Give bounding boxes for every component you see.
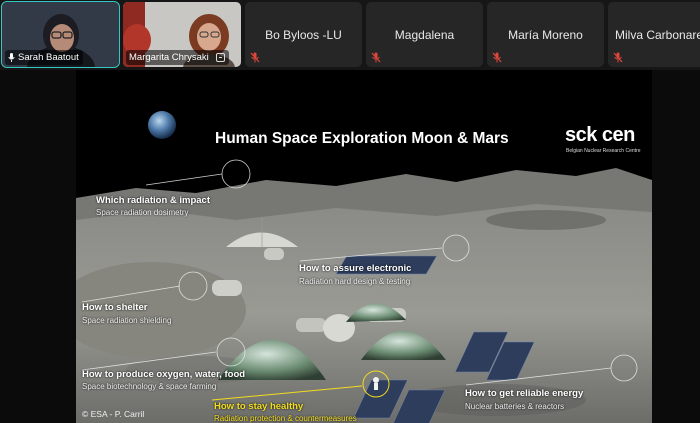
- participant-label: Margarita Chrysaki: [126, 50, 229, 65]
- participant-name: Margarita Chrysaki: [129, 52, 209, 63]
- earth-image: [148, 111, 176, 139]
- callout-healthy-subtitle: Radiation protection & countermeasures: [214, 414, 357, 423]
- participant-name: Sarah Baatout: [18, 52, 79, 63]
- image-credit: © ESA - P. Carril: [82, 409, 145, 419]
- callout-shelter-title: How to shelter: [82, 302, 148, 313]
- callout-energy-subtitle: Nuclear batteries & reactors: [465, 402, 565, 411]
- callout-shelter-subtitle: Space radiation shielding: [82, 316, 172, 325]
- participant-name: Milva Carbonare: [615, 28, 700, 42]
- muted-microphone-icon: [371, 52, 381, 63]
- shared-screen: Human Space Exploration Moon & Mars sck …: [0, 70, 700, 423]
- callout-energy-title: How to get reliable energy: [465, 388, 584, 399]
- presentation-slide: Human Space Exploration Moon & Mars sck …: [76, 70, 652, 423]
- callout-radiation-title: Which radiation & impact: [96, 195, 211, 206]
- muted-microphone-icon: [492, 52, 502, 63]
- participant-tile-bo[interactable]: Bo Byloos -LU: [245, 2, 362, 67]
- participant-name: María Moreno: [508, 28, 583, 42]
- muted-microphone-icon: [250, 52, 260, 63]
- callout-oxygen-subtitle: Space biotechnology & space farming: [82, 382, 217, 391]
- participant-name: Magdalena: [394, 28, 455, 42]
- participant-label: Sarah Baatout: [5, 50, 83, 65]
- sckcen-logo: sck cen: [565, 124, 635, 146]
- callout-oxygen-title: How to produce oxygen, water, food: [82, 369, 246, 380]
- muted-microphone-icon: [613, 52, 623, 63]
- participant-tile-margarita[interactable]: Margarita Chrysaki: [123, 2, 241, 67]
- participant-tile-maria[interactable]: María Moreno: [487, 2, 604, 67]
- pin-icon[interactable]: [215, 53, 225, 62]
- logo-subtitle: Belgian Nuclear Research Centre: [566, 148, 641, 154]
- participant-strip: Sarah Baatout Margarita Chrysaki Bo Bylo…: [0, 0, 700, 70]
- participant-tile-magdalena[interactable]: Magdalena: [366, 2, 483, 67]
- callout-electronic-title: How to assure electronic: [299, 263, 412, 274]
- participant-tile-milva[interactable]: Milva Carbonare: [608, 2, 700, 67]
- slide-title: Human Space Exploration Moon & Mars: [215, 130, 509, 147]
- callout-electronic-subtitle: Radiation hard design & testing: [299, 277, 411, 286]
- participant-tile-sarah[interactable]: Sarah Baatout: [1, 1, 120, 68]
- participant-name: Bo Byloos -LU: [265, 28, 342, 42]
- microphone-icon: [8, 53, 15, 62]
- callout-healthy-title: How to stay healthy: [214, 401, 304, 412]
- callout-radiation-subtitle: Space radiation dosimetry: [96, 208, 189, 217]
